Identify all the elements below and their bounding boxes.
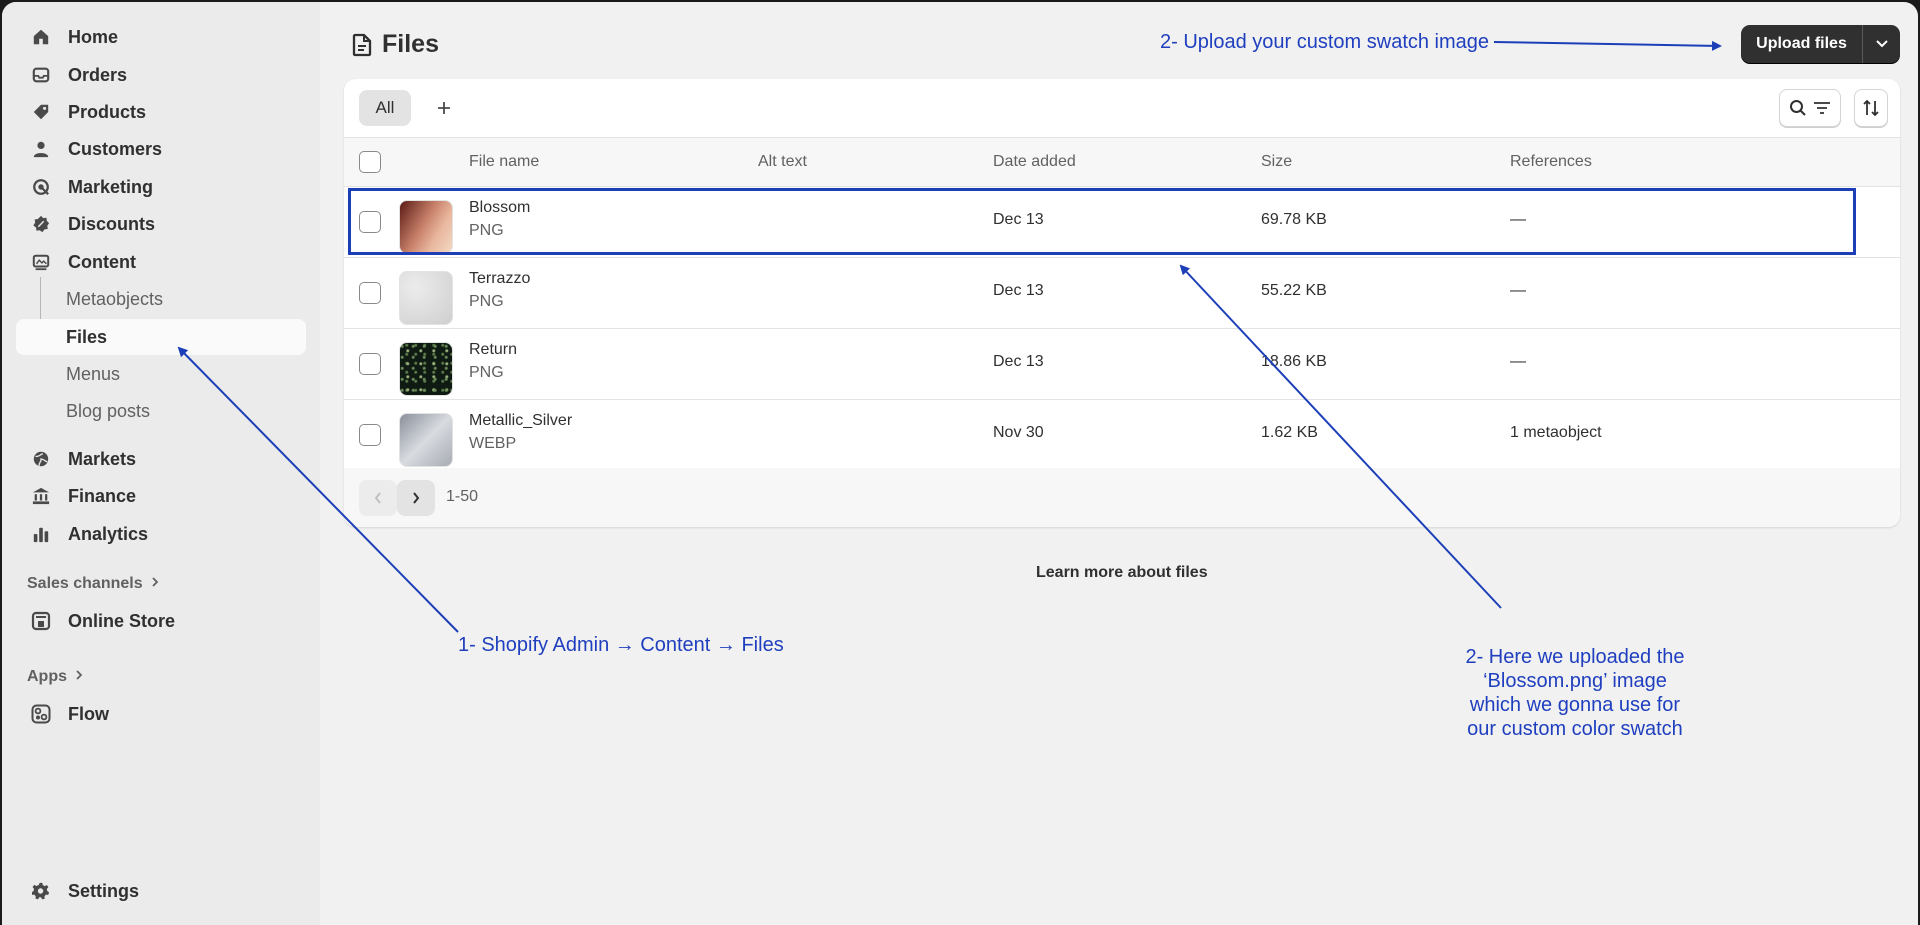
- arrow-to-files: [177, 346, 459, 633]
- annotation-arrows: [177, 40, 1722, 633]
- arrow-to-upload: [1493, 40, 1722, 51]
- arrow-to-blossom: [1179, 264, 1502, 609]
- app-frame: Home Orders Products Customers Marketing…: [2, 2, 1918, 925]
